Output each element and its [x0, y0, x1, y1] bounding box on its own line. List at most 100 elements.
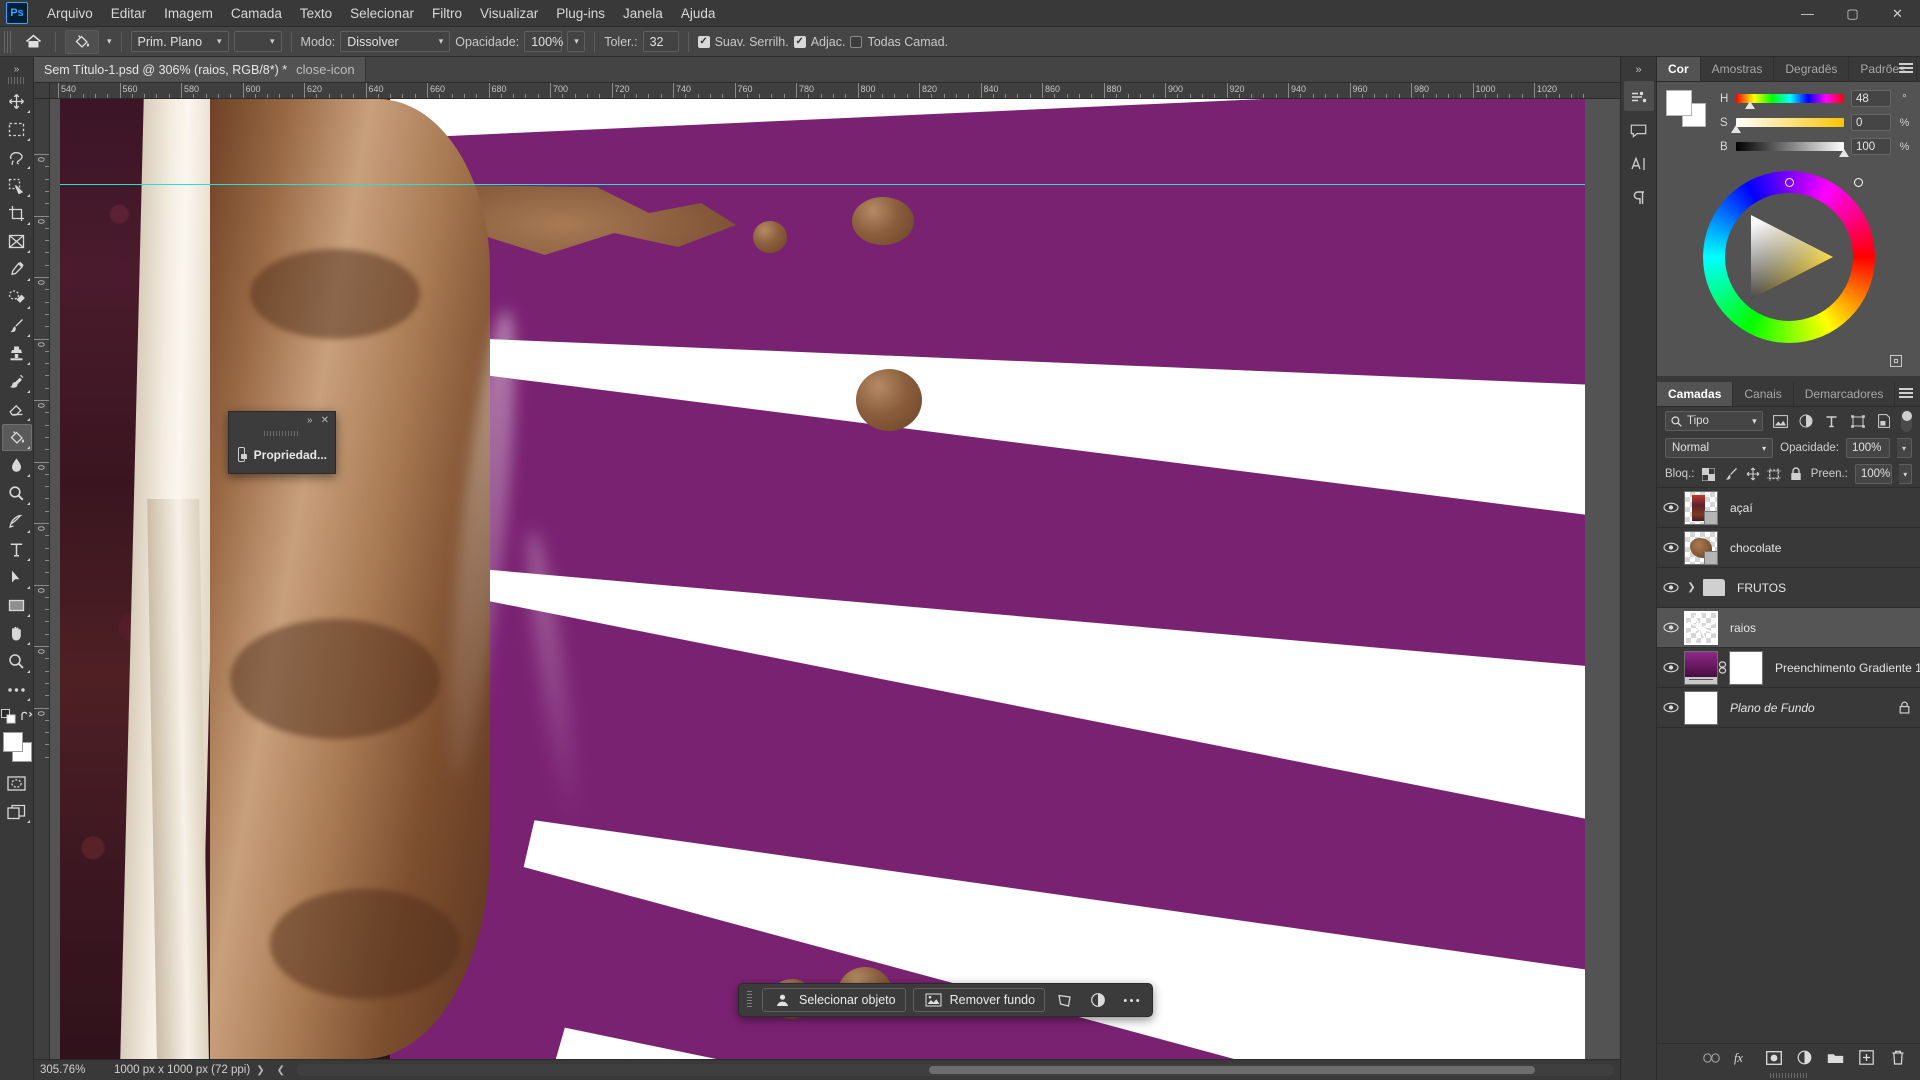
layer-thumbnail[interactable]: [1684, 690, 1718, 725]
rail-comment-icon[interactable]: [1624, 115, 1654, 145]
zoom-tool[interactable]: [2, 648, 32, 675]
delete-layer-icon[interactable]: [1889, 1049, 1906, 1066]
collapse-chevron-right-icon[interactable]: »: [307, 415, 313, 426]
close-icon[interactable]: close-icon: [296, 62, 355, 77]
menu-janela[interactable]: Janela: [614, 2, 672, 25]
layer-visibility-eye-icon[interactable]: [1657, 502, 1684, 513]
fill-source-select[interactable]: Prim. Plano ▾: [130, 31, 229, 52]
tab-cor[interactable]: Cor: [1657, 57, 1701, 81]
minimize-button[interactable]: —: [1785, 0, 1830, 27]
adjustment-layer-icon[interactable]: [1796, 1049, 1813, 1066]
lock-all-icon[interactable]: [1789, 465, 1804, 483]
lock-transparency-icon[interactable]: [1701, 465, 1716, 483]
brush-tool[interactable]: [2, 312, 32, 339]
shape-filter-icon[interactable]: [1849, 412, 1866, 431]
foreground-background-swatches[interactable]: [1, 730, 33, 764]
adjustment-filter-icon[interactable]: [1798, 412, 1815, 431]
path-selection-tool[interactable]: [2, 564, 32, 591]
close-icon[interactable]: ✕: [321, 415, 329, 426]
layer-row-chocolate[interactable]: chocolate: [1657, 528, 1920, 568]
document-tab[interactable]: Sem Título-1.psd @ 306% (raios, RGB/8*) …: [34, 57, 366, 82]
tab-amostras[interactable]: Amostras: [1701, 57, 1775, 81]
layer-fill-stepper[interactable]: ▾: [1899, 464, 1913, 484]
layer-name[interactable]: Plano de Fundo: [1730, 701, 1815, 715]
default-colors-icon[interactable]: [0, 709, 16, 724]
menu-arquivo[interactable]: Arquivo: [38, 2, 102, 25]
tools-grip[interactable]: [7, 77, 26, 84]
layer-mask-thumbnail[interactable]: [1729, 650, 1763, 685]
layer-list[interactable]: açaí chocolate ❯ FRUTOS raios Preenchime…: [1657, 487, 1920, 1043]
remove-background-button[interactable]: Remover fundo: [912, 988, 1046, 1012]
opacity-stepper[interactable]: ▾: [567, 31, 586, 52]
floating-panel-header[interactable]: » ✕: [229, 412, 335, 429]
pattern-select[interactable]: ▾: [233, 31, 282, 52]
smart-object-filter-icon[interactable]: [1875, 412, 1892, 431]
layer-visibility-eye-icon[interactable]: [1657, 662, 1684, 673]
artwork[interactable]: [60, 99, 1585, 1059]
properties-floating-panel[interactable]: » ✕ Propriedad...: [228, 411, 336, 474]
layer-name[interactable]: raios: [1730, 621, 1756, 635]
group-expand-chevron-right-icon[interactable]: ❯: [1684, 582, 1699, 593]
panel-menu-icon[interactable]: [1899, 63, 1913, 75]
all-layers-checkbox[interactable]: Todas Camad.: [850, 35, 948, 49]
layer-thumbnail[interactable]: [1684, 490, 1718, 525]
layer-name[interactable]: Preenchimento Gradiente 1: [1775, 661, 1920, 675]
type-tool[interactable]: [2, 536, 32, 563]
close-button[interactable]: ✕: [1875, 0, 1920, 27]
paint-bucket-tool[interactable]: [1, 424, 32, 451]
home-icon[interactable]: [20, 30, 46, 54]
layer-visibility-eye-icon[interactable]: [1657, 622, 1684, 633]
antialias-checkbox[interactable]: Suav. Serrilh.: [697, 35, 789, 49]
menu-editar[interactable]: Editar: [102, 2, 155, 25]
brightness-value[interactable]: 100: [1851, 138, 1891, 155]
rail-paragraph-icon[interactable]: [1624, 183, 1654, 213]
layer-filter-kind-select[interactable]: Tipo ▾: [1665, 411, 1763, 431]
panel-menu-icon[interactable]: [1899, 388, 1913, 400]
move-tool[interactable]: [2, 88, 32, 115]
saturation-value[interactable]: 0: [1851, 114, 1891, 131]
mask-link-icon[interactable]: [1718, 661, 1727, 674]
contextual-task-bar[interactable]: Selecionar objeto Remover fundo: [738, 983, 1154, 1017]
blur-tool[interactable]: [2, 452, 32, 479]
screen-mode-icon[interactable]: [2, 798, 32, 825]
menu-selecionar[interactable]: Selecionar: [341, 2, 423, 25]
status-next-arrow-icon[interactable]: ❯: [250, 1065, 270, 1076]
color-swatches[interactable]: [1666, 90, 1708, 128]
frame-tool[interactable]: [2, 228, 32, 255]
tolerance-input[interactable]: 32: [642, 31, 679, 52]
edit-toolbar-ellipsis-icon[interactable]: [2, 676, 32, 703]
layer-opacity-input[interactable]: 100%: [1846, 438, 1890, 458]
lasso-tool[interactable]: [2, 144, 32, 171]
lock-image-icon[interactable]: [1723, 465, 1738, 483]
layer-opacity-stepper[interactable]: ▾: [1897, 438, 1912, 458]
hue-value[interactable]: 48: [1851, 90, 1891, 107]
layer-name[interactable]: chocolate: [1730, 541, 1781, 555]
wheel-inner-marker[interactable]: [1785, 177, 1795, 187]
options-bar-grip[interactable]: [4, 30, 11, 53]
opacity-input[interactable]: 100%: [524, 31, 563, 52]
marquee-tool[interactable]: [2, 116, 32, 143]
tab-demarcadores[interactable]: Demarcadores: [1794, 382, 1896, 406]
saturation-brightness-triangle[interactable]: [1737, 205, 1841, 309]
foreground-color-swatch[interactable]: [1666, 90, 1692, 116]
crop-tool[interactable]: [2, 200, 32, 227]
menu-filtro[interactable]: Filtro: [423, 2, 471, 25]
active-tool-paint-bucket-icon[interactable]: [65, 29, 99, 54]
menu-texto[interactable]: Texto: [291, 2, 341, 25]
tab-degrades[interactable]: Degradês: [1774, 57, 1850, 81]
quick-mask-icon[interactable]: [2, 770, 32, 797]
pen-tool[interactable]: [2, 508, 32, 535]
layer-visibility-eye-icon[interactable]: [1657, 542, 1684, 553]
status-prev-arrow-icon[interactable]: ❮: [271, 1065, 291, 1076]
filter-toggle-icon[interactable]: [1901, 410, 1912, 432]
floating-panel-body[interactable]: Propriedad...: [229, 438, 335, 473]
type-filter-icon[interactable]: [1823, 412, 1840, 431]
clone-stamp-tool[interactable]: [2, 340, 32, 367]
horizontal-ruler[interactable]: 540 560 580 600 620 640 660 680 700 720 740 760 780 8…: [50, 83, 1620, 99]
layer-row-gradient-fill[interactable]: Preenchimento Gradiente 1: [1657, 648, 1920, 688]
layer-fill-input[interactable]: 100%: [1854, 464, 1893, 484]
dodge-tool[interactable]: [2, 480, 32, 507]
layer-visibility-eye-icon[interactable]: [1657, 702, 1684, 713]
dock-resize-grip[interactable]: [1657, 1071, 1920, 1080]
vertical-ruler[interactable]: 0 0 0 0 0 0 0 0 0 0: [34, 99, 50, 1059]
